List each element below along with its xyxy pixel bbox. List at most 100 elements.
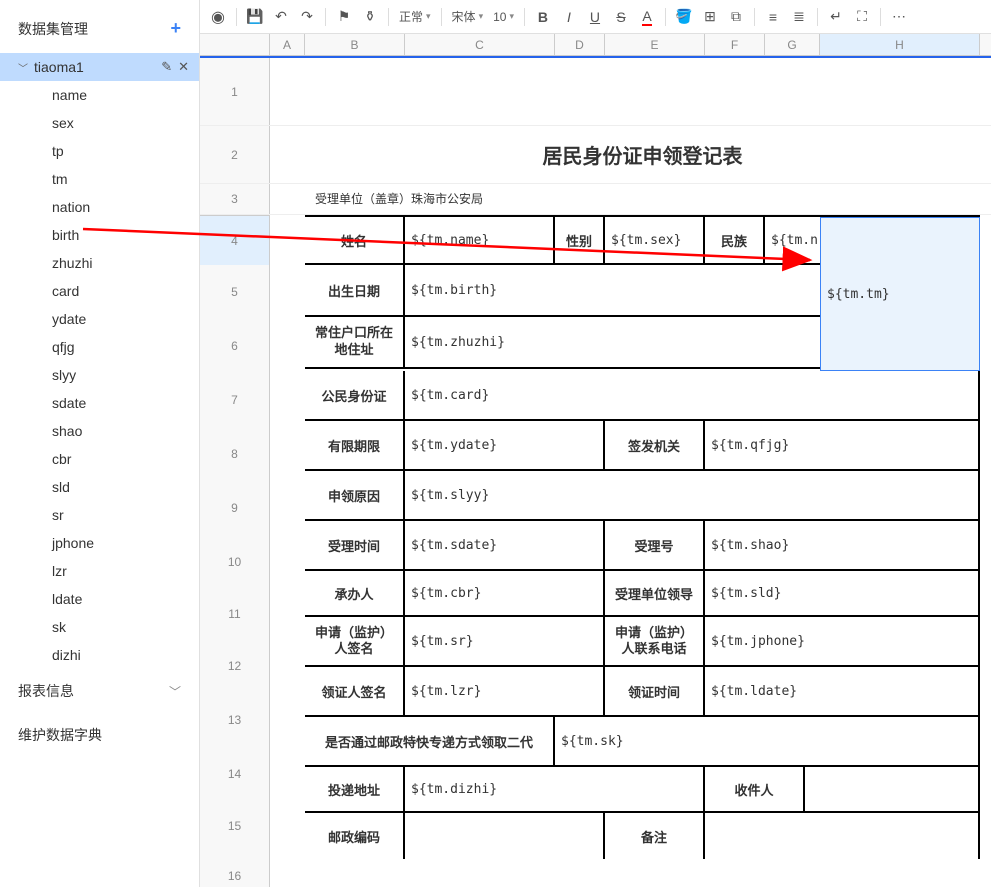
val-slyy[interactable]: ${tm.slyy} (405, 471, 980, 519)
val-ydate[interactable]: ${tm.ydate} (405, 421, 605, 469)
val-sr[interactable]: ${tm.sr} (405, 617, 605, 665)
tree-node-tiaoma1[interactable]: ﹀ tiaoma1 ✎ ✕ (0, 53, 199, 81)
row-header-3[interactable]: 3 (200, 184, 270, 214)
redo-icon[interactable]: ↷ (295, 5, 319, 29)
field-qfjg[interactable]: qfjg (0, 333, 199, 361)
field-birth[interactable]: birth (0, 221, 199, 249)
field-sr[interactable]: sr (0, 501, 199, 529)
field-nation[interactable]: nation (0, 193, 199, 221)
field-tm[interactable]: tm (0, 165, 199, 193)
font-size-select[interactable]: 10▾ (489, 10, 518, 24)
field-shao[interactable]: shao (0, 417, 199, 445)
val-remark[interactable] (705, 813, 980, 859)
col-header-D[interactable]: D (555, 34, 605, 55)
align-h-icon[interactable]: ≡ (761, 5, 785, 29)
val-recv[interactable] (805, 767, 980, 811)
field-zhuzhi[interactable]: zhuzhi (0, 249, 199, 277)
row-header-14[interactable]: 14 (200, 747, 270, 801)
fill-color-icon[interactable]: 🪣 (672, 5, 696, 29)
bold-icon[interactable]: B (531, 5, 555, 29)
save-icon[interactable]: 💾 (243, 5, 267, 29)
val-dizhi[interactable]: ${tm.dizhi} (405, 767, 705, 811)
field-card[interactable]: card (0, 277, 199, 305)
align-v-icon[interactable]: ≣ (787, 5, 811, 29)
row-header-5[interactable]: 5 (200, 265, 270, 319)
field-sk[interactable]: sk (0, 613, 199, 641)
fullscreen-icon[interactable]: ⛶ (850, 5, 874, 29)
val-cbr[interactable]: ${tm.cbr} (405, 571, 605, 615)
val-card[interactable]: ${tm.card} (405, 371, 980, 419)
undo-icon[interactable]: ↶ (269, 5, 293, 29)
field-sdate[interactable]: sdate (0, 389, 199, 417)
val-lzr[interactable]: ${tm.lzr} (405, 667, 605, 715)
font-color-icon[interactable]: A (635, 5, 659, 29)
field-ydate[interactable]: ydate (0, 305, 199, 333)
field-sex[interactable]: sex (0, 109, 199, 137)
row-header-1[interactable]: 1 (200, 58, 270, 125)
row-header-13[interactable]: 13 (200, 693, 270, 747)
filter-icon[interactable]: ⚱ (358, 5, 382, 29)
field-name[interactable]: name (0, 81, 199, 109)
field-sld[interactable]: sld (0, 473, 199, 501)
edit-dataset-icon[interactable]: ✎ (161, 59, 172, 75)
add-dataset-icon[interactable]: + (170, 18, 181, 39)
strike-icon[interactable]: S (609, 5, 633, 29)
row-header-11[interactable]: 11 (200, 589, 270, 639)
col-header-E[interactable]: E (605, 34, 705, 55)
row-header-12[interactable]: 12 (200, 639, 270, 693)
field-ldate[interactable]: ldate (0, 585, 199, 613)
field-lzr[interactable]: lzr (0, 557, 199, 585)
val-birth[interactable]: ${tm.birth} (405, 265, 820, 315)
wrap-icon[interactable]: ↵ (824, 5, 848, 29)
font-select[interactable]: 宋体▾ (448, 8, 488, 25)
row-header-15[interactable]: 15 (200, 801, 270, 851)
field-tp[interactable]: tp (0, 137, 199, 165)
val-nation[interactable]: ${tm.n (765, 217, 820, 263)
field-slyy[interactable]: slyy (0, 361, 199, 389)
corner-cell[interactable] (200, 34, 270, 55)
row-header-4[interactable]: 4 (200, 215, 270, 265)
flag-icon[interactable]: ⚑ (332, 5, 356, 29)
val-zip[interactable] (405, 813, 605, 859)
sheet-area[interactable]: A B C D E F G H 1 2 居民身份证申领登记表 3 受理单位（盖章… (200, 34, 991, 887)
field-cbr[interactable]: cbr (0, 445, 199, 473)
main-area: ◉ 💾 ↶ ↷ ⚑ ⚱ 正常▾ 宋体▾ 10▾ B I U S A 🪣 ⊞ ⧉ … (200, 0, 991, 887)
val-sex[interactable]: ${tm.sex} (605, 217, 705, 263)
val-sld[interactable]: ${tm.sld} (705, 571, 980, 615)
val-ldate[interactable]: ${tm.ldate} (705, 667, 980, 715)
maintain-dict-header[interactable]: 维护数据字典 (0, 713, 199, 757)
val-shao[interactable]: ${tm.shao} (705, 521, 980, 569)
val-addr[interactable]: ${tm.zhuzhi} (405, 317, 820, 367)
more-icon[interactable]: ⋯ (887, 5, 911, 29)
underline-icon[interactable]: U (583, 5, 607, 29)
italic-icon[interactable]: I (557, 5, 581, 29)
row-header-10[interactable]: 10 (200, 535, 270, 589)
row-header-7[interactable]: 7 (200, 373, 270, 427)
val-sdate[interactable]: ${tm.sdate} (405, 521, 605, 569)
col-header-G[interactable]: G (765, 34, 820, 55)
border-icon[interactable]: ⊞ (698, 5, 722, 29)
col-header-B[interactable]: B (305, 34, 405, 55)
val-qfjg[interactable]: ${tm.qfjg} (705, 421, 980, 469)
field-dizhi[interactable]: dizhi (0, 641, 199, 669)
label-slyy: 申领原因 (305, 471, 405, 519)
val-jphone[interactable]: ${tm.jphone} (705, 617, 980, 665)
row-header-9[interactable]: 9 (200, 481, 270, 535)
report-info-header[interactable]: 报表信息 ﹀ (0, 669, 199, 713)
val-sk[interactable]: ${tm.sk} (555, 717, 980, 765)
val-name[interactable]: ${tm.name} (405, 217, 555, 263)
col-header-H[interactable]: H (820, 34, 980, 55)
row-header-8[interactable]: 8 (200, 427, 270, 481)
style-select[interactable]: 正常▾ (395, 8, 435, 25)
val-photo[interactable]: ${tm.tm} (820, 217, 980, 371)
col-header-F[interactable]: F (705, 34, 765, 55)
col-header-C[interactable]: C (405, 34, 555, 55)
merge-icon[interactable]: ⧉ (724, 5, 748, 29)
row-header-16[interactable]: 16 (200, 851, 270, 887)
col-header-A[interactable]: A (270, 34, 305, 55)
field-jphone[interactable]: jphone (0, 529, 199, 557)
row-header-6[interactable]: 6 (200, 319, 270, 373)
row-header-2[interactable]: 2 (200, 126, 270, 183)
delete-dataset-icon[interactable]: ✕ (178, 59, 189, 75)
preview-icon[interactable]: ◉ (206, 5, 230, 29)
